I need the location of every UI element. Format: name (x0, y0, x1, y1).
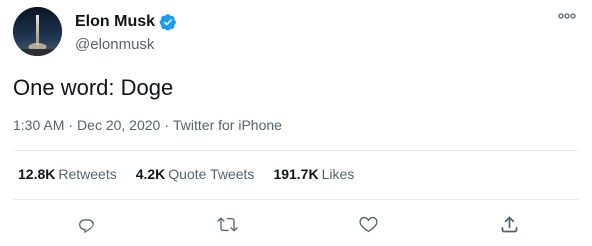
retweet-icon (216, 216, 238, 232)
likes-label: Likes (321, 166, 355, 182)
tweet-stats: 12.8K Retweets 4.2K Quote Tweets 191.7K Lik… (18, 166, 373, 182)
more-dots-icon (558, 13, 576, 19)
likes-count: 191.7K (273, 166, 319, 182)
more-options-button[interactable] (552, 6, 582, 26)
tweet-time[interactable]: 1:30 AM (13, 117, 64, 133)
rocket-launch-avatar-icon (13, 7, 62, 56)
retweets-label: Retweets (58, 166, 117, 182)
reply-button[interactable] (72, 210, 100, 238)
meta-separator: · (68, 117, 74, 133)
tweet-meta: 1:30 AM · Dec 20, 2020 · Twitter for iPh… (13, 117, 282, 133)
likes-stat[interactable]: 191.7K Likes (273, 166, 354, 182)
tweet-date[interactable]: Dec 20, 2020 (77, 117, 160, 133)
share-icon (501, 215, 517, 232)
tweet-actions (0, 210, 592, 238)
verified-badge-icon (159, 14, 176, 31)
meta-separator: · (164, 117, 170, 133)
retweets-count: 12.8K (18, 166, 56, 182)
avatar[interactable] (13, 7, 62, 56)
share-button[interactable] (495, 210, 523, 238)
retweet-button[interactable] (213, 210, 241, 238)
retweets-stat[interactable]: 12.8K Retweets (18, 166, 117, 182)
quote-tweets-label: Quote Tweets (168, 166, 255, 182)
author-handle[interactable]: @elonmusk (75, 36, 177, 53)
tweet-source[interactable]: Twitter for iPhone (173, 117, 282, 133)
divider (13, 150, 579, 151)
divider (13, 199, 579, 200)
tweet-author: Elon Musk @elonmusk (75, 12, 177, 53)
heart-icon (358, 216, 378, 232)
quote-tweets-stat[interactable]: 4.2K Quote Tweets (136, 166, 255, 182)
quote-tweets-count: 4.2K (135, 166, 166, 182)
reply-icon (78, 218, 94, 233)
like-button[interactable] (354, 210, 382, 238)
tweet-text: One word: Doge (13, 75, 174, 100)
author-name[interactable]: Elon Musk (75, 13, 155, 31)
